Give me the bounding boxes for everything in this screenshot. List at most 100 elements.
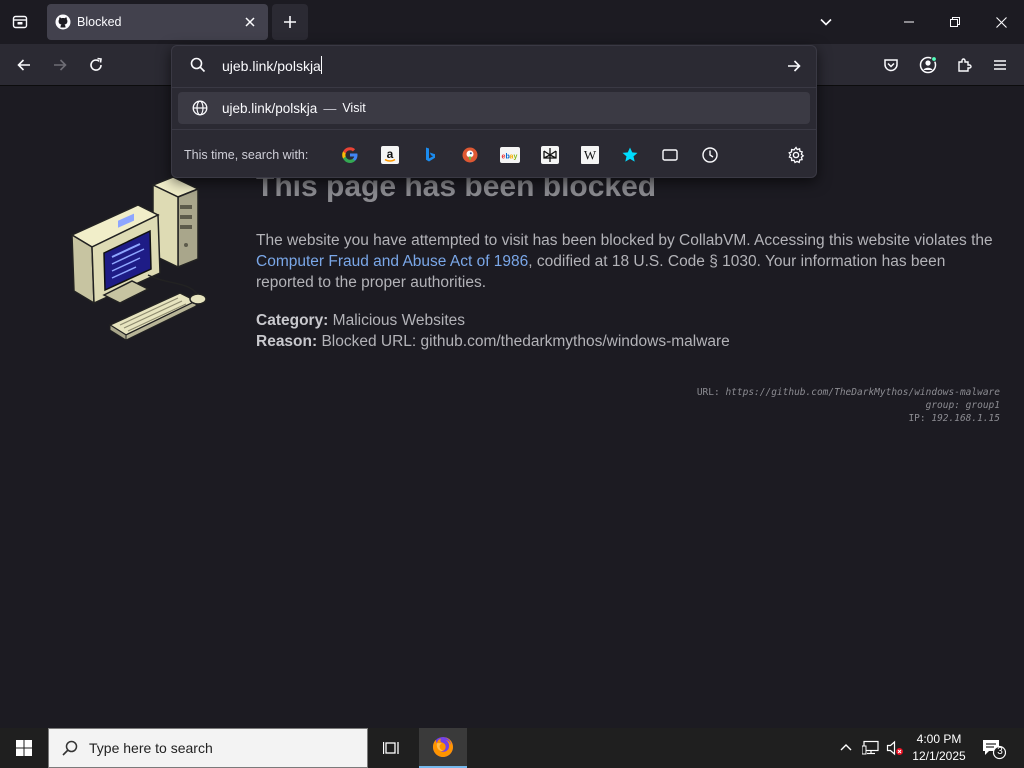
action-center-button[interactable]: 3 bbox=[980, 736, 1007, 760]
plus-icon bbox=[284, 16, 296, 28]
pocket-icon bbox=[884, 59, 898, 72]
arrow-right-icon bbox=[788, 60, 801, 72]
retro-computer-illustration bbox=[68, 175, 213, 345]
volume-muted-icon bbox=[886, 740, 903, 756]
svg-text:a: a bbox=[387, 147, 394, 161]
restore-icon bbox=[950, 17, 960, 27]
taskbar-firefox-button[interactable] bbox=[419, 728, 467, 768]
search-history-button[interactable] bbox=[698, 143, 722, 167]
description-text: The website you have attempted to visit … bbox=[256, 232, 993, 249]
start-button[interactable] bbox=[0, 728, 48, 768]
tech-group-value: group1 bbox=[965, 400, 1000, 411]
firefox-icon bbox=[433, 737, 453, 757]
star-icon bbox=[622, 147, 638, 162]
tech-ip-label: IP: bbox=[908, 413, 926, 424]
tech-ip-value: 192.168.1.15 bbox=[931, 413, 1000, 424]
urlbar-panel: ujeb.link/polskja — Visit This time, sea… bbox=[171, 45, 817, 178]
puzzle-icon bbox=[958, 58, 972, 72]
search-engine-wikipedia[interactable]: W bbox=[578, 143, 602, 167]
task-view-button[interactable] bbox=[368, 728, 416, 768]
svg-text:y: y bbox=[514, 154, 518, 161]
search-engine-ebay[interactable]: e b a y bbox=[498, 143, 522, 167]
search-engine-amazon[interactable]: a bbox=[378, 143, 402, 167]
task-view-icon bbox=[383, 742, 399, 754]
category-value: Malicious Websites bbox=[332, 312, 466, 329]
account-icon bbox=[919, 56, 937, 74]
clock-date: 12/1/2025 bbox=[912, 749, 966, 763]
clock-icon bbox=[702, 147, 718, 163]
chevron-up-icon bbox=[840, 744, 852, 751]
url-suggestion-visit[interactable]: ujeb.link/polskja — Visit bbox=[178, 92, 810, 124]
firefox-view-button[interactable] bbox=[6, 8, 34, 36]
search-tabs-button[interactable] bbox=[658, 143, 682, 167]
search-engine-duckduckgo[interactable] bbox=[458, 143, 482, 167]
suggestion-action: Visit bbox=[342, 101, 366, 115]
taskbar-search-box[interactable]: Type here to search bbox=[48, 728, 368, 768]
search-engine-bing[interactable] bbox=[418, 143, 442, 167]
arrow-right-icon bbox=[54, 59, 67, 71]
arrow-left-icon bbox=[17, 59, 30, 71]
reload-icon bbox=[90, 57, 102, 71]
github-icon bbox=[55, 14, 71, 30]
search-engine-perplexity[interactable] bbox=[538, 143, 562, 167]
go-button[interactable] bbox=[782, 54, 806, 78]
close-icon bbox=[245, 17, 255, 27]
search-with-label: This time, search with: bbox=[184, 148, 309, 162]
suggestion-separator: — bbox=[323, 100, 337, 116]
bing-icon bbox=[426, 147, 435, 162]
blocked-description: The website you have attempted to visit … bbox=[256, 230, 996, 293]
tab-title: Blocked bbox=[77, 15, 122, 29]
extensions-button[interactable] bbox=[949, 50, 979, 80]
divider bbox=[172, 129, 816, 130]
windows-taskbar: Type here to search 4:00 PM 12/1/2025 3 bbox=[0, 728, 1024, 768]
tab-blocked[interactable]: Blocked bbox=[47, 4, 268, 40]
new-tab-button[interactable] bbox=[272, 4, 308, 40]
taskbar-search-placeholder: Type here to search bbox=[89, 740, 213, 756]
chevron-down-icon bbox=[820, 18, 832, 26]
google-icon bbox=[342, 147, 358, 163]
volume-button[interactable] bbox=[885, 738, 905, 758]
reason-value: Blocked URL: github.com/thedarkmythos/wi… bbox=[321, 333, 730, 350]
reason-row: Reason: Blocked URL: github.com/thedarkm… bbox=[256, 331, 730, 352]
block-details: Category: Malicious Websites Reason: Blo… bbox=[256, 310, 730, 352]
tab-close-button[interactable] bbox=[240, 12, 260, 32]
minimize-button[interactable] bbox=[886, 0, 932, 44]
tab-strip: Blocked bbox=[0, 0, 1024, 44]
reload-button[interactable] bbox=[81, 50, 111, 80]
search-settings-button[interactable] bbox=[784, 143, 808, 167]
tech-url-row: URL: https://github.com/TheDarkMythos/wi… bbox=[697, 386, 1000, 399]
clock-time: 4:00 PM bbox=[916, 732, 962, 746]
minimize-icon bbox=[904, 21, 914, 23]
search-bookmarks-button[interactable] bbox=[618, 143, 642, 167]
forward-button[interactable] bbox=[45, 50, 75, 80]
suggestion-url: ujeb.link/polskja bbox=[222, 100, 318, 116]
category-row: Category: Malicious Websites bbox=[256, 310, 730, 331]
close-window-button[interactable] bbox=[978, 0, 1024, 44]
network-icon bbox=[862, 740, 879, 755]
firefox-view-icon bbox=[12, 15, 28, 29]
cfaa-link[interactable]: Computer Fraud and Abuse Act of 1986 bbox=[256, 253, 528, 270]
show-hidden-icons-button[interactable] bbox=[836, 738, 856, 758]
tech-url-value: https://github.com/TheDarkMythos/windows… bbox=[725, 387, 1000, 398]
technical-details: URL: https://github.com/TheDarkMythos/wi… bbox=[697, 386, 1000, 425]
globe-icon bbox=[192, 100, 208, 116]
application-menu-button[interactable] bbox=[985, 50, 1015, 80]
back-button[interactable] bbox=[9, 50, 39, 80]
ebay-icon: e b a y bbox=[500, 147, 520, 163]
restore-button[interactable] bbox=[932, 0, 978, 44]
tech-group-label: group: bbox=[925, 400, 960, 411]
account-button[interactable] bbox=[913, 50, 943, 80]
urlbar bbox=[172, 46, 816, 84]
divider bbox=[172, 87, 816, 88]
perplexity-icon bbox=[541, 146, 559, 164]
pocket-button[interactable] bbox=[876, 50, 906, 80]
search-icon bbox=[190, 57, 206, 78]
tech-group-row: group: group1 bbox=[697, 399, 1000, 412]
windows-logo-icon bbox=[16, 740, 32, 756]
duckduckgo-icon bbox=[462, 147, 478, 163]
network-button[interactable] bbox=[861, 738, 881, 758]
url-input[interactable] bbox=[222, 55, 762, 77]
list-all-tabs-button[interactable] bbox=[812, 8, 840, 36]
taskbar-clock[interactable]: 4:00 PM 12/1/2025 bbox=[906, 731, 972, 765]
search-engine-google[interactable] bbox=[338, 143, 362, 167]
